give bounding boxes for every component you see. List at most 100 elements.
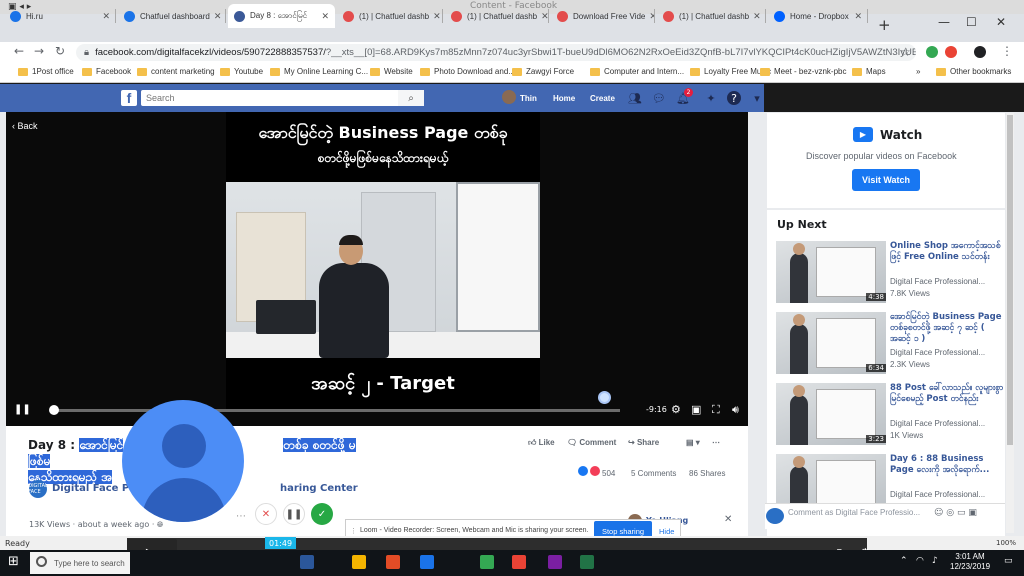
- tab-3[interactable]: Day 8 : အောင်မြင် ✕: [228, 4, 335, 28]
- bookmark-item[interactable]: Computer and Intern...: [590, 67, 684, 76]
- bookmark-item[interactable]: Zawgyi Force: [512, 67, 574, 76]
- reaction-count[interactable]: 504: [602, 469, 615, 478]
- up-next-channel[interactable]: Digital Face Professional...: [890, 490, 985, 499]
- hide-button[interactable]: Hide: [659, 527, 674, 536]
- comment-tools-icons[interactable]: ☺ ◎ ▭ ▣: [934, 508, 977, 518]
- network-icon[interactable]: ⌃: [900, 556, 908, 566]
- fullscreen-icon[interactable]: ⛶: [712, 403, 720, 417]
- taskbar-app-icon[interactable]: [548, 555, 562, 569]
- back-arrow-icon[interactable]: ←: [14, 44, 24, 58]
- bookmark-item[interactable]: 1Post office: [18, 67, 74, 76]
- sharing-center-link[interactable]: haring Center: [280, 483, 358, 494]
- comments-count[interactable]: 5 Comments: [631, 469, 676, 478]
- like-button[interactable]: 👍︎ Like: [528, 438, 555, 448]
- taskbar-app-icon[interactable]: [420, 555, 434, 569]
- loom-finish-icon[interactable]: ✓: [311, 503, 333, 525]
- more-options-icon[interactable]: ⋯: [712, 438, 720, 447]
- tab-4[interactable]: (1) | Chatfuel dashb ✕: [337, 4, 443, 28]
- friends-icon[interactable]: 👥︎: [628, 91, 642, 105]
- share-button[interactable]: ↪ Share: [628, 438, 659, 447]
- visit-watch-button[interactable]: Visit Watch: [852, 169, 920, 191]
- close-tab-icon[interactable]: ✕: [537, 11, 549, 22]
- taskbar-app-icon[interactable]: [300, 555, 314, 569]
- tab-2[interactable]: Chatfuel dashboard ✕: [118, 4, 226, 28]
- create-link[interactable]: Create: [590, 94, 615, 103]
- drag-handle-icon[interactable]: ⋮: [350, 527, 357, 535]
- loom-cancel-icon[interactable]: ✕: [255, 503, 277, 525]
- bookmark-item[interactable]: Loyalty Free Music: [690, 67, 771, 76]
- bookmark-item[interactable]: content marketing: [137, 67, 215, 76]
- taskbar-app-icon[interactable]: [512, 555, 526, 569]
- shares-count[interactable]: 86 Shares: [689, 469, 725, 478]
- scrollbar-thumb[interactable]: [1007, 115, 1013, 445]
- profile-link[interactable]: Thin: [520, 94, 537, 103]
- up-next-title[interactable]: Online Shop အကောင့်အသစ်ဖြင့် Free Online…: [890, 241, 1006, 263]
- close-tab-icon[interactable]: ✕: [429, 11, 441, 22]
- loom-more-icon[interactable]: ⋯: [230, 505, 252, 527]
- avatar[interactable]: [502, 90, 516, 104]
- close-tab-icon[interactable]: ✕: [98, 11, 110, 22]
- bookmark-item[interactable]: Facebook: [82, 67, 131, 76]
- video-progress-track[interactable]: [50, 409, 620, 412]
- up-next-item[interactable]: 3:23 88 Post ခေါ်လာသည်။ လူများစွာမြင်စေမည…: [776, 383, 1006, 449]
- tab-1[interactable]: Hi.ru ✕: [4, 4, 116, 28]
- reload-icon[interactable]: ↻: [55, 44, 65, 58]
- tab-8[interactable]: Home - Dropbox ✕: [768, 4, 868, 28]
- webcam-avatar-bubble[interactable]: [122, 400, 244, 522]
- taskbar-app-icon[interactable]: [386, 555, 400, 569]
- audience-selector[interactable]: ▤ ▾: [686, 438, 700, 447]
- facebook-search-input[interactable]: Search: [141, 90, 424, 106]
- extension-icon[interactable]: [945, 46, 957, 58]
- help-icon[interactable]: ?: [727, 91, 741, 105]
- tab-5[interactable]: (1) | Chatfuel dashb ✕: [445, 4, 549, 28]
- url-input[interactable]: 🔒︎ facebook.com/digitalfacekzl/videos/59…: [76, 44, 916, 61]
- bookmark-item[interactable]: Youtube: [220, 67, 263, 76]
- notification-center-icon[interactable]: ▭: [1004, 556, 1013, 566]
- minimize-button[interactable]: —: [938, 15, 950, 29]
- close-tab-icon[interactable]: ✕: [850, 11, 862, 22]
- new-tab-button[interactable]: +: [878, 16, 891, 34]
- settings-gear-icon[interactable]: ⚙︎: [671, 403, 681, 416]
- up-next-channel[interactable]: Digital Face Professional...: [890, 348, 985, 357]
- maximize-button[interactable]: ☐: [966, 15, 977, 29]
- close-tab-icon[interactable]: ✕: [749, 11, 761, 22]
- wifi-icon[interactable]: ◠: [916, 556, 924, 566]
- bookmark-item[interactable]: Maps: [852, 67, 886, 76]
- bookmark-item[interactable]: Website: [370, 67, 413, 76]
- up-next-item[interactable]: 6:34 အောင်မြင်တဲ့ Business Page တစ်ခုစတင်…: [776, 312, 1006, 378]
- tab-7[interactable]: (1) | Chatfuel dashb ✕: [657, 4, 766, 28]
- taskbar-app-icon[interactable]: [480, 555, 494, 569]
- bookmark-item[interactable]: Meet - bez-vznk-pbc: [760, 67, 846, 76]
- comment-button[interactable]: 🗨︎ Comment: [567, 438, 616, 447]
- volume-icon[interactable]: 🔊︎: [732, 403, 739, 417]
- speaker-icon[interactable]: ♪: [932, 556, 938, 566]
- up-next-item[interactable]: 4:38 Online Shop အကောင့်အသစ်ဖြင့် Free On…: [776, 241, 1006, 307]
- forward-arrow-icon[interactable]: →: [34, 44, 44, 58]
- up-next-channel[interactable]: Digital Face Professional...: [890, 277, 985, 286]
- taskbar-clock[interactable]: 3:01 AM 12/23/2019: [950, 552, 990, 572]
- taskbar-app-icon[interactable]: [580, 555, 594, 569]
- tab-6[interactable]: Download Free Vide ✕: [551, 4, 655, 28]
- close-window-button[interactable]: ✕: [996, 15, 1006, 29]
- video-back-button[interactable]: ‹ Back: [12, 121, 38, 131]
- bookmarks-overflow-icon[interactable]: »: [916, 67, 920, 76]
- account-dropdown-icon[interactable]: ▾: [750, 91, 764, 105]
- pip-icon[interactable]: ▣: [691, 403, 701, 416]
- search-icon[interactable]: ⌕: [398, 90, 424, 106]
- video-progress-handle[interactable]: [49, 405, 59, 415]
- quick-help-icon[interactable]: ✦: [704, 91, 718, 105]
- pause-icon[interactable]: ❚❚: [14, 404, 31, 415]
- up-next-channel[interactable]: Digital Face Professional...: [890, 419, 985, 428]
- close-tab-icon[interactable]: ✕: [210, 11, 222, 22]
- messenger-icon[interactable]: 💬︎: [652, 91, 666, 105]
- windows-start-icon[interactable]: ⊞: [8, 554, 19, 569]
- close-tab-icon[interactable]: ✕: [317, 11, 329, 22]
- loom-pause-icon[interactable]: ❚❚: [283, 503, 305, 525]
- home-link[interactable]: Home: [553, 94, 575, 103]
- bookmark-item[interactable]: Photo Download and...: [420, 67, 515, 76]
- facebook-logo[interactable]: f: [121, 90, 137, 106]
- extension-icon[interactable]: [926, 46, 938, 58]
- up-next-title[interactable]: အောင်မြင်တဲ့ Business Page တစ်ခုစတင်ဖို့…: [890, 312, 1006, 345]
- close-icon[interactable]: ✕: [724, 514, 732, 525]
- profile-avatar[interactable]: [974, 46, 986, 58]
